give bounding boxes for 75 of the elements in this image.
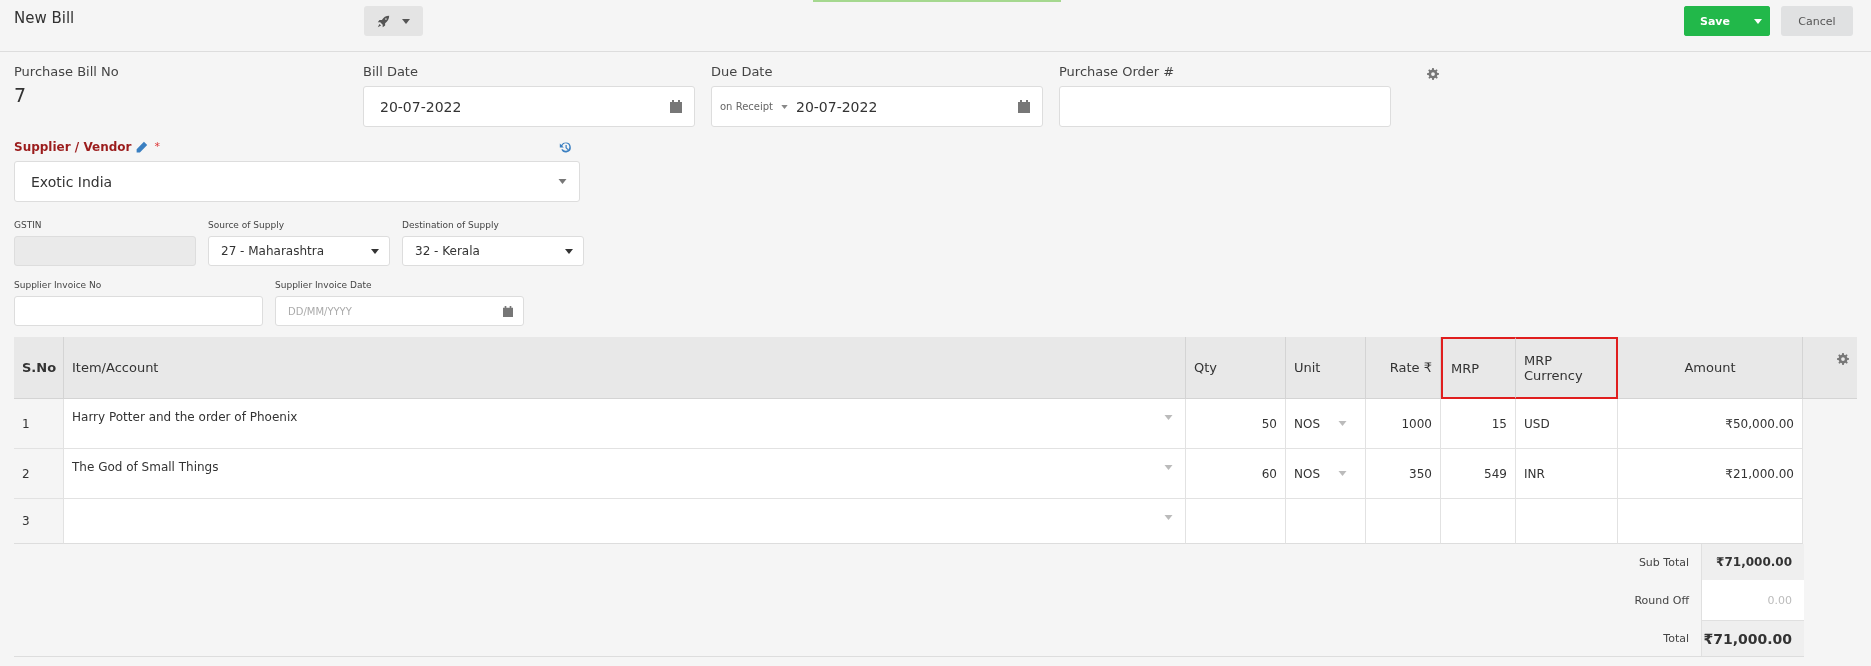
column-header: Unit bbox=[1286, 337, 1366, 399]
settings-icon[interactable] bbox=[1837, 353, 1849, 365]
item-dropdown[interactable]: Harry Potter and the order of Phoenix bbox=[64, 399, 1186, 449]
total-value: ₹71,000.00 bbox=[1701, 544, 1804, 580]
field-label: GSTIN bbox=[14, 220, 43, 231]
caret-icon bbox=[1164, 515, 1173, 520]
total-label: Round Off bbox=[1634, 593, 1689, 607]
row-number: 2 bbox=[14, 449, 64, 499]
total-value: ₹71,000.00 bbox=[1701, 620, 1804, 656]
supplier-dropdown[interactable]: Exotic India bbox=[14, 161, 580, 202]
row-number: 1 bbox=[14, 399, 64, 449]
actions-dropdown-button[interactable] bbox=[364, 6, 423, 36]
bill-number: 7 bbox=[14, 84, 28, 106]
total-label: Total bbox=[1663, 631, 1689, 645]
caret-icon bbox=[1338, 471, 1348, 476]
field-label: Purchase Order # bbox=[1059, 64, 1176, 80]
field-label: Destination of Supply bbox=[402, 220, 500, 231]
table-cell: 50 bbox=[1186, 399, 1286, 449]
date-field[interactable]: 20-07-2022 bbox=[363, 86, 695, 127]
table-cell: 350 bbox=[1366, 449, 1441, 499]
caret-icon bbox=[781, 104, 788, 109]
column-header: Amount bbox=[1618, 337, 1803, 399]
page-title: New Bill bbox=[14, 9, 76, 27]
table-cell: 15 bbox=[1441, 399, 1516, 449]
required-mark: * bbox=[154, 140, 160, 153]
caret-icon bbox=[1164, 465, 1173, 470]
table-cell: 1000 bbox=[1366, 399, 1441, 449]
column-header: Qty bbox=[1186, 337, 1286, 399]
field-label: Supplier Invoice No bbox=[14, 280, 103, 291]
column-header: Item/Account bbox=[64, 337, 1186, 399]
purchase-order-field[interactable] bbox=[1059, 86, 1391, 127]
caret-icon bbox=[371, 248, 379, 254]
cancel-button[interactable]: Cancel bbox=[1781, 6, 1853, 36]
terms-dropdown[interactable]: on Receipt bbox=[720, 101, 773, 112]
column-header: Rate ₹ bbox=[1366, 337, 1441, 399]
caret-icon bbox=[558, 179, 567, 184]
field-label: Supplier / Vendor bbox=[14, 140, 132, 154]
field-label: Bill Date bbox=[363, 64, 419, 80]
column-header: MRP Currency bbox=[1516, 337, 1618, 399]
pencil-icon[interactable] bbox=[135, 140, 149, 154]
invoice-number-field[interactable] bbox=[14, 296, 263, 326]
total-label: Sub Total bbox=[1638, 555, 1689, 569]
table-cell: USD bbox=[1516, 399, 1618, 449]
caret-icon bbox=[1164, 415, 1173, 420]
settings-icon[interactable] bbox=[1427, 68, 1439, 80]
field-label: Purchase Bill No bbox=[14, 64, 120, 80]
destination-dropdown[interactable]: 32 - Kerala bbox=[402, 236, 584, 266]
unit-dropdown[interactable]: NOS bbox=[1286, 449, 1366, 499]
item-dropdown[interactable] bbox=[64, 499, 1186, 544]
table-cell: 549 bbox=[1441, 449, 1516, 499]
item-dropdown[interactable]: The God of Small Things bbox=[64, 449, 1186, 499]
calendar-icon bbox=[1018, 100, 1030, 113]
caret-icon bbox=[1338, 421, 1348, 426]
table-cell: INR bbox=[1516, 449, 1618, 499]
source-dropdown[interactable]: 27 - Maharashtra bbox=[208, 236, 390, 266]
history-icon[interactable] bbox=[559, 140, 572, 154]
unit-dropdown[interactable] bbox=[1286, 499, 1366, 544]
calendar-icon bbox=[670, 100, 682, 113]
calendar-icon bbox=[503, 305, 513, 317]
table-cell: 60 bbox=[1186, 449, 1286, 499]
row-number: 3 bbox=[14, 499, 64, 544]
column-header: MRP bbox=[1441, 337, 1516, 399]
column-header: S.No bbox=[14, 337, 64, 399]
round-off-field[interactable]: 0.00 bbox=[1701, 580, 1804, 620]
unit-dropdown[interactable]: NOS bbox=[1286, 399, 1366, 449]
caret-icon bbox=[565, 248, 573, 254]
table-cell: ₹21,000.00 bbox=[1618, 449, 1803, 499]
table-cell: ₹50,000.00 bbox=[1618, 399, 1803, 449]
caret-icon bbox=[1754, 18, 1762, 24]
field-label: Source of Supply bbox=[208, 220, 285, 231]
rocket-icon bbox=[377, 14, 390, 28]
due-date-field[interactable]: on Receipt 20-07-2022 bbox=[711, 86, 1043, 127]
caret-icon bbox=[402, 18, 410, 24]
field-label: Due Date bbox=[711, 64, 774, 80]
field-label: Supplier Invoice Date bbox=[275, 280, 373, 291]
